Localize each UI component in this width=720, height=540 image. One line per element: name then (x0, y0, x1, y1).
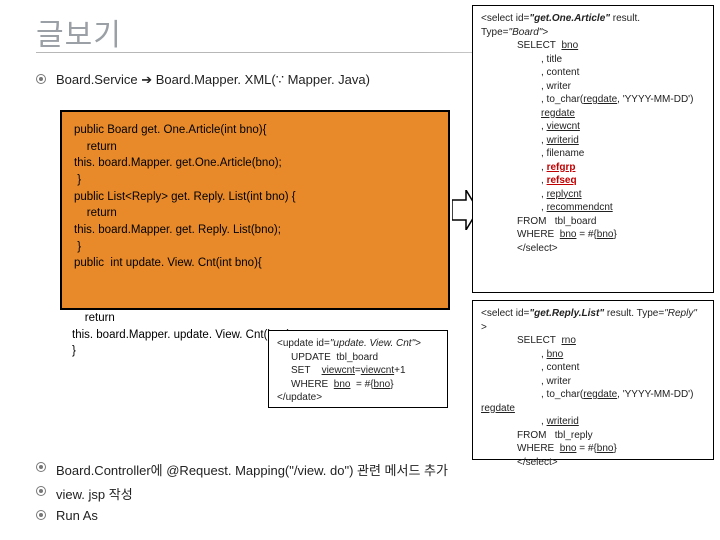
xml2-l2: , content (481, 361, 705, 375)
xml3-l0: UPDATE tbl_board (277, 351, 439, 365)
xml1-l10: , replycnt (481, 188, 705, 202)
bullet-icon (36, 510, 46, 520)
xml2-l1: , bno (481, 348, 705, 362)
xml2-l4: , to_char(regdate, 'YYYY-MM-DD') (481, 388, 705, 402)
bullet-icon (36, 486, 46, 496)
xml1-l0: SELECT bno (481, 39, 705, 53)
flow-text: Board.Service ➔ Board.Mapper. XML(∵ Mapp… (56, 72, 370, 88)
xml3-open: <update id="update. View. Cnt"> (277, 337, 439, 351)
xml2-l7: WHERE bno = #{bno} (481, 442, 705, 456)
xml1-l5: , viewcnt (481, 120, 705, 134)
slide-title-wrap: 글보기 (36, 10, 122, 54)
bullet-1-text: Board.Controller에 @Request. Mapping("/vi… (56, 460, 448, 479)
java-code: public Board get. One.Article(int bno){ … (74, 122, 436, 272)
xml1-open: <select id="get.One.Article" result. Typ… (481, 12, 705, 39)
xml3-l2: WHERE bno = #{bno} (277, 378, 439, 392)
xml2-open: <select id="get.Reply.List" result. Type… (481, 307, 705, 334)
xml2-l0: SELECT rno (481, 334, 705, 348)
bullet-3: Run As (36, 508, 98, 523)
xml2-l6: FROM tbl_reply (481, 429, 705, 443)
xml1-l3: , writer (481, 80, 705, 94)
xml1-l14: </select> (481, 242, 705, 256)
xml1-l12: FROM tbl_board (481, 215, 705, 229)
xml1-l13: WHERE bno = #{bno} (481, 228, 705, 242)
xml1-id: get.One.Article (534, 13, 605, 24)
xml1-l1: , title (481, 53, 705, 67)
xml-select-article: <select id="get.One.Article" result. Typ… (472, 5, 714, 293)
bullet-1: Board.Controller에 @Request. Mapping("/vi… (36, 460, 448, 479)
bullet-3-text: Run As (56, 508, 98, 523)
xml1-l6: , writerid (481, 134, 705, 148)
bullet-icon (36, 462, 46, 472)
xml2-l4b: regdate (481, 403, 515, 414)
bullet-2: view. jsp 작성 (36, 484, 133, 503)
bullet-flow: Board.Service ➔ Board.Mapper. XML(∵ Mapp… (36, 72, 370, 88)
xml2-l5: , writerid (481, 415, 705, 429)
xml2-l3: , writer (481, 375, 705, 389)
xml-update-viewcnt: <update id="update. View. Cnt"> UPDATE t… (268, 330, 448, 408)
xml3-l3: </update> (277, 391, 439, 405)
xml1-l2: , content (481, 66, 705, 80)
bullet-icon (36, 74, 46, 84)
xml1-l8: , refgrp (481, 161, 705, 175)
xml1-l7: , filename (481, 147, 705, 161)
xml-select-reply: <select id="get.Reply.List" result. Type… (472, 300, 714, 460)
xml3-l1: SET viewcnt=viewcnt+1 (277, 364, 439, 378)
bullet-2-text: view. jsp 작성 (56, 484, 133, 503)
slide-title: 글보기 (36, 10, 122, 54)
xml1-l9: , refseq (481, 174, 705, 188)
xml1-l11: , recommendcnt (481, 201, 705, 215)
xml1-l4: , to_char(regdate, 'YYYY-MM-DD') regdate (481, 93, 705, 120)
xml2-l8: </select> (481, 456, 705, 470)
java-code-box: public Board get. One.Article(int bno){ … (60, 110, 450, 310)
